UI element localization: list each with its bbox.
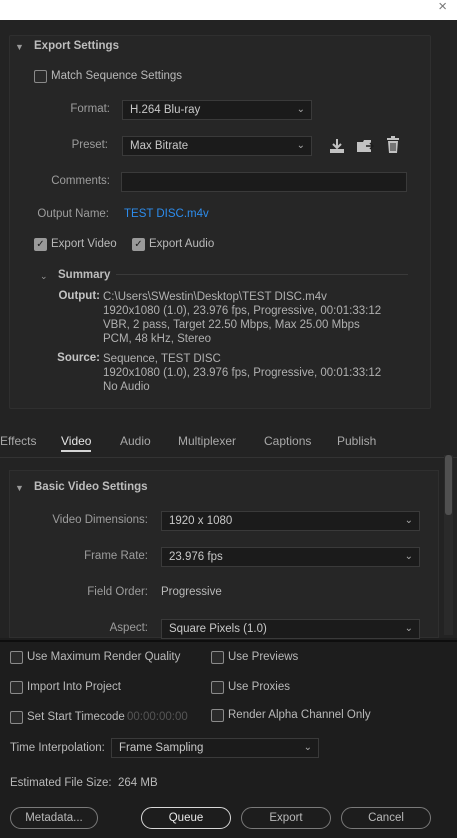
aspect-label: Aspect: [109,622,148,634]
set-start-timecode-label: Set Start Timecode [27,711,125,723]
frame-rate-label: Frame Rate: [84,550,148,562]
summary-source-label: Source: [57,352,100,364]
render-alpha-checkbox[interactable] [211,709,224,722]
file-size-value: 264 MB [118,777,158,789]
match-sequence-checkbox[interactable] [34,70,47,83]
chevron-down-icon[interactable]: ▼ [15,483,24,493]
basic-video-title: Basic Video Settings [34,481,148,493]
scrollbar-thumb[interactable] [445,455,452,515]
file-size-label: Estimated File Size: [10,777,112,789]
frame-rate-dropdown[interactable]: 23.976 fps ⌄ [161,547,420,567]
chevron-down-icon: ⌄ [404,515,413,526]
chevron-down-icon: ⌄ [404,623,413,634]
preset-dropdown[interactable]: Max Bitrate ⌄ [122,136,312,156]
comments-input[interactable] [121,172,407,192]
close-icon[interactable]: × [438,0,447,14]
cancel-button[interactable]: Cancel [341,807,431,829]
chevron-down-icon: ⌄ [296,104,305,115]
tab-publish[interactable]: Publish [337,434,376,448]
import-folder-icon[interactable] [356,137,375,155]
export-video-label: Export Video [51,238,117,250]
format-value: H.264 Blu-ray [130,104,201,116]
export-video-checkbox[interactable]: ✓ [34,238,47,251]
queue-button[interactable]: Queue [141,807,231,829]
preset-value: Max Bitrate [130,140,189,152]
match-sequence-label: Match Sequence Settings [51,70,183,82]
chevron-down-icon: ⌄ [296,140,305,151]
export-button[interactable]: Export [241,807,331,829]
format-dropdown[interactable]: H.264 Blu-ray ⌄ [122,100,312,120]
metadata-button[interactable]: Metadata... [10,807,98,829]
field-order-value: Progressive [161,586,222,598]
use-proxies-label: Use Proxies [228,681,290,693]
summary-output: C:\Users\SWestin\Desktop\TEST DISC.m4v 1… [103,291,382,345]
export-audio-checkbox[interactable]: ✓ [132,238,145,251]
chevron-down-icon[interactable]: ⌄ [40,271,48,282]
video-dimensions-dropdown[interactable]: 1920 x 1080 ⌄ [161,511,420,531]
max-render-quality-checkbox[interactable] [10,651,23,664]
summary-divider [116,274,408,275]
summary-output-label: Output: [58,290,100,302]
summary-source: Sequence, TEST DISC 1920x1080 (1.0), 23.… [103,353,382,393]
summary-title: Summary [58,269,111,281]
use-previews-checkbox[interactable] [211,651,224,664]
export-audio-label: Export Audio [149,238,215,250]
comments-label: Comments: [51,175,110,187]
use-previews-label: Use Previews [228,651,299,663]
timecode-input[interactable]: 00:00:00:00 [127,711,188,723]
download-icon[interactable] [328,137,346,155]
preset-label: Preset: [71,139,108,151]
set-start-timecode-checkbox[interactable] [10,711,23,724]
format-label: Format: [70,103,110,115]
time-interpolation-dropdown[interactable]: Frame Sampling ⌄ [111,738,319,758]
chevron-down-icon[interactable]: ▼ [15,42,24,52]
title-bar [0,0,457,20]
trash-icon[interactable] [384,136,402,154]
max-render-quality-label: Use Maximum Render Quality [27,651,181,663]
time-interpolation-label: Time Interpolation: [10,742,105,754]
render-alpha-label: Render Alpha Channel Only [228,709,371,721]
output-name-link[interactable]: TEST DISC.m4v [124,208,209,220]
field-order-label: Field Order: [87,586,148,598]
tab-video[interactable]: Video [61,434,92,452]
import-into-project-label: Import Into Project [27,681,121,693]
video-dimensions-label: Video Dimensions: [52,514,148,526]
tab-captions[interactable]: Captions [264,434,311,448]
use-proxies-checkbox[interactable] [211,681,224,694]
output-name-label: Output Name: [37,208,109,220]
tab-audio[interactable]: Audio [120,434,151,448]
aspect-dropdown[interactable]: Square Pixels (1.0) ⌄ [161,619,420,639]
chevron-down-icon: ⌄ [303,742,312,753]
chevron-down-icon: ⌄ [404,551,413,562]
export-settings-title: Export Settings [34,40,119,52]
tab-effects[interactable]: Effects [0,434,36,448]
tab-multiplexer[interactable]: Multiplexer [178,434,236,448]
import-into-project-checkbox[interactable] [10,681,23,694]
